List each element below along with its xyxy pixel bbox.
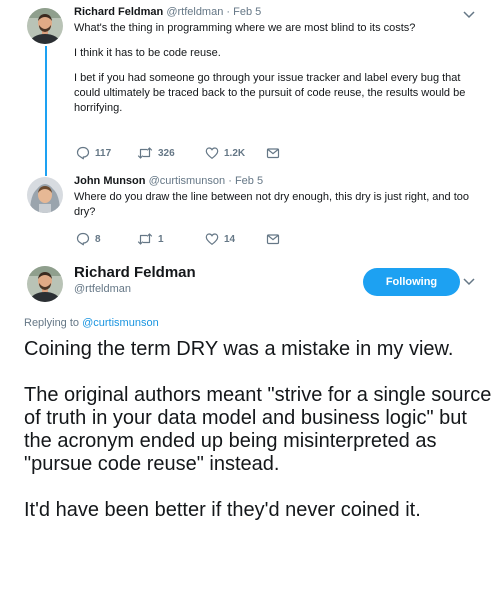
like-action[interactable]: 1.2K <box>205 146 245 160</box>
tweet-1[interactable]: Richard Feldman @rtfeldman · Feb 5 What'… <box>74 6 487 116</box>
avatar-richard-feldman-main[interactable] <box>27 266 63 302</box>
following-button[interactable]: Following <box>363 268 460 296</box>
avatar-john-munson[interactable] <box>27 177 63 213</box>
separator: · <box>228 175 232 187</box>
avatar-richard-feldman[interactable] <box>27 8 63 44</box>
tweet-paragraph: Where do you draw the line between not d… <box>74 191 470 218</box>
chevron-down-icon[interactable] <box>462 10 476 20</box>
dm-action[interactable] <box>266 146 280 160</box>
retweet-count: 1 <box>158 233 164 245</box>
main-author-name[interactable]: Richard Feldman <box>74 264 196 281</box>
tweet-paragraph: I think it has to be code reuse. <box>74 47 221 59</box>
tweet-date[interactable]: Feb 5 <box>233 6 261 18</box>
dm-action[interactable] <box>266 232 280 246</box>
tweet-2[interactable]: John Munson @curtismunson · Feb 5 Where … <box>74 175 487 220</box>
main-tweet-paragraph: The original authors meant "strive for a… <box>24 384 492 475</box>
reply-icon <box>76 146 90 160</box>
chevron-down-icon[interactable] <box>462 277 476 287</box>
retweet-action[interactable]: 326 <box>137 146 175 160</box>
tweet-actions: 8 1 14 <box>74 232 294 248</box>
replying-prefix: Replying to <box>24 317 80 329</box>
author-handle[interactable]: @curtismunson <box>149 175 226 187</box>
dm-icon <box>266 148 280 159</box>
reply-count: 8 <box>95 233 101 245</box>
retweet-count: 326 <box>158 147 175 159</box>
tweet-date[interactable]: Feb 5 <box>235 175 263 187</box>
replying-to: Replying to @curtismunson <box>24 317 159 329</box>
main-author-handle[interactable]: @rtfeldman <box>74 283 131 295</box>
reply-count: 117 <box>95 147 112 159</box>
author-handle[interactable]: @rtfeldman <box>166 6 223 18</box>
separator: · <box>226 6 231 18</box>
like-icon <box>205 233 219 246</box>
main-tweet-paragraph: It'd have been better if they'd never co… <box>24 499 421 521</box>
tweet-header: Richard Feldman @rtfeldman · Feb 5 <box>74 6 487 19</box>
dm-icon <box>266 234 280 245</box>
tweet-text: What's the thing in programming where we… <box>74 21 487 116</box>
like-count: 14 <box>224 233 236 245</box>
replying-to-handle[interactable]: @curtismunson <box>82 317 159 329</box>
author-name[interactable]: John Munson <box>74 175 146 187</box>
reply-action[interactable]: 117 <box>76 146 111 160</box>
tweet-actions: 117 326 1.2K <box>74 146 294 162</box>
author-name[interactable]: Richard Feldman <box>74 6 163 18</box>
main-tweet-paragraph: Coining the term DRY was a mistake in my… <box>24 338 454 360</box>
like-count: 1.2K <box>224 147 246 159</box>
like-icon <box>205 147 219 160</box>
tweet-paragraph: What's the thing in programming where we… <box>74 22 416 34</box>
tweet-header: John Munson @curtismunson · Feb 5 <box>74 175 487 188</box>
main-tweet-text: Coining the term DRY was a mistake in my… <box>24 338 494 522</box>
retweet-icon <box>137 147 153 159</box>
retweet-icon <box>137 233 153 245</box>
tweet-paragraph: I bet if you had someone go through your… <box>74 72 466 114</box>
thread-connector <box>45 46 47 176</box>
reply-icon <box>76 232 90 246</box>
reply-action[interactable]: 8 <box>76 232 101 246</box>
retweet-action[interactable]: 1 <box>137 232 164 246</box>
like-action[interactable]: 14 <box>205 232 235 246</box>
tweet-text: Where do you draw the line between not d… <box>74 190 487 220</box>
